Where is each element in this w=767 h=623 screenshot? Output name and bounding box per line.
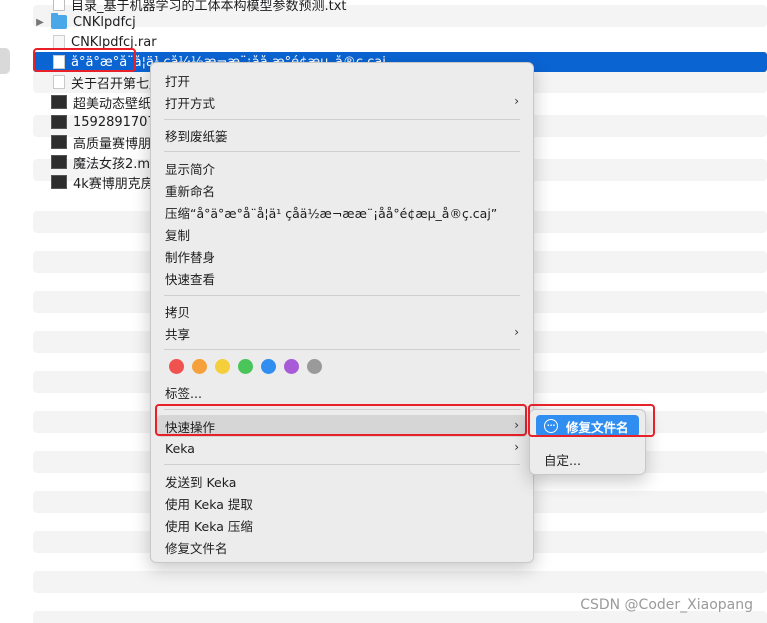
tag-orange-dot[interactable] [192,359,207,374]
menu-item-share[interactable]: 共享 › [157,322,527,344]
video-file-icon [51,115,67,129]
menu-item-tags[interactable]: 标签... [157,381,527,403]
video-file-icon [51,155,67,169]
rar-file-icon [53,35,65,49]
tag-purple-dot[interactable] [284,359,299,374]
sidebar-selection-strip [0,48,10,74]
tag-green-dot[interactable] [238,359,253,374]
annotation-highlight [33,48,136,72]
chevron-right-icon: › [514,440,519,454]
doc-file-icon [53,75,65,89]
annotation-highlight [528,404,655,437]
watermark: CSDN @Coder_Xiaopang [580,597,753,613]
menu-item-send-to-keka[interactable]: 发送到 Keka [157,470,527,492]
menu-item-compress[interactable]: 压缩“å°ä°æ°å¨å¦ä¹ çåä½æ¬ææ¨¡åå°é¢æµ_å®ç.ca… [157,201,527,223]
menu-item-move-to-trash[interactable]: 移到废纸篓 [157,124,527,146]
menu-item-copy[interactable]: 拷贝 [157,300,527,322]
menu-separator [164,464,520,465]
file-name: CNKlpdfcj [73,14,136,30]
tag-yellow-dot[interactable] [215,359,230,374]
video-file-icon [51,175,67,189]
menu-separator [164,119,520,120]
txt-file-icon [53,0,65,11]
menu-separator [164,295,520,296]
tag-red-dot[interactable] [169,359,184,374]
chevron-right-icon: › [514,325,519,339]
menu-separator [164,349,520,350]
menu-separator [164,151,520,152]
menu-item-duplicate[interactable]: 复制 [157,223,527,245]
tag-gray-dot[interactable] [307,359,322,374]
menu-item-quick-look[interactable]: 快速查看 [157,267,527,289]
file-name: 关于召开第七届 [71,76,163,92]
tag-color-dots [169,359,322,374]
annotation-highlight [155,404,527,436]
menu-item-keka[interactable]: Keka › [157,437,527,459]
video-file-icon [51,95,67,109]
list-stripe [33,571,767,593]
video-file-icon [51,135,67,149]
menu-item-get-info[interactable]: 显示简介 [157,157,527,179]
menu-item-repair-filename[interactable]: 修复文件名 [157,536,527,558]
folder-icon [51,13,67,29]
menu-item-open-with[interactable]: 打开方式 › [157,91,527,113]
context-menu: 打开 打开方式 › 移到废纸篓 显示简介 重新命名 压缩“å°ä°æ°å¨å¦ä… [150,62,534,563]
tag-blue-dot[interactable] [261,359,276,374]
menu-item-rename[interactable]: 重新命名 [157,179,527,201]
menu-item-open[interactable]: 打开 [157,69,527,91]
file-row[interactable]: ▶ CNKlpdfcj [33,11,767,33]
file-name: 4k赛博朋克房 [73,176,154,192]
submenu-item-customize[interactable]: 自定... [544,450,581,469]
menu-item-extract-with-keka[interactable]: 使用 Keka 提取 [157,492,527,514]
menu-item-compress-with-keka[interactable]: 使用 Keka 压缩 [157,514,527,536]
file-name: 超美动态壁纸 [73,96,152,112]
finder-window: 目录_基于机器学习的工体本构模型参数预测.txt ▶ CNKlpdfcj CNK… [0,0,767,623]
file-row[interactable]: CNKlpdfcj.rar [33,31,767,53]
chevron-right-icon: › [514,94,519,108]
disclosure-triangle-icon[interactable]: ▶ [33,17,47,28]
menu-item-make-alias[interactable]: 制作替身 [157,245,527,267]
